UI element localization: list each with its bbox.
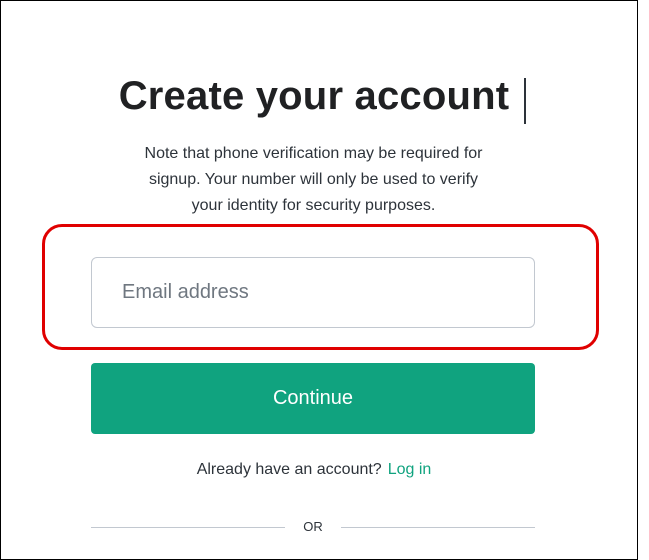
login-prompt-text: Already have an account? — [196, 461, 382, 478]
page-title: Create your account — [118, 74, 510, 118]
text-cursor — [524, 78, 526, 124]
login-prompt-row: Already have an account? Log in — [0, 461, 628, 479]
phone-verification-note: Note that phone verification may be requ… — [90, 141, 537, 219]
divider-or-label: OR — [303, 519, 323, 534]
divider-line-left — [91, 527, 285, 528]
login-link[interactable]: Log in — [388, 461, 432, 478]
email-field[interactable] — [91, 257, 535, 328]
note-line-1: Note that phone verification may be requ… — [144, 145, 483, 162]
divider-line-right — [341, 527, 535, 528]
note-line-2: signup. Your number will only be used to… — [148, 171, 479, 188]
note-line-3: your identity for security purposes. — [191, 197, 436, 214]
continue-button[interactable]: Continue — [91, 363, 535, 434]
